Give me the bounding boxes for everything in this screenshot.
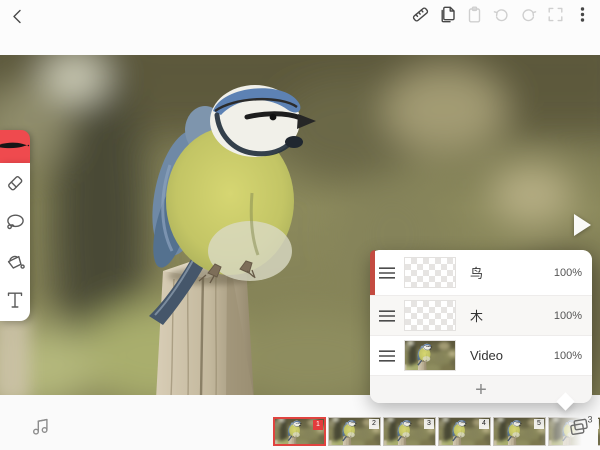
- audio-button[interactable]: [30, 415, 52, 437]
- frame-thumbnail-1[interactable]: 1: [273, 417, 326, 446]
- layer-opacity[interactable]: 100%: [554, 350, 582, 362]
- brush-icon: [0, 137, 30, 157]
- undo-button[interactable]: [492, 5, 511, 24]
- tool-lasso[interactable]: [4, 211, 26, 233]
- layer-thumb-transparent[interactable]: [404, 257, 456, 288]
- drag-handle-icon[interactable]: [376, 265, 398, 281]
- back-button[interactable]: [6, 4, 30, 28]
- plus-icon: +: [475, 380, 487, 400]
- frame-timeline: 1 2 3 4 5: [273, 417, 600, 446]
- tool-text[interactable]: [4, 289, 26, 311]
- chevron-left-icon: [8, 6, 28, 26]
- eraser-icon: [4, 172, 26, 194]
- top-toolbar: [0, 0, 600, 55]
- tool-rail: [0, 130, 30, 321]
- play-button[interactable]: [574, 214, 591, 236]
- redo-icon: [519, 5, 538, 24]
- top-actions: [411, 5, 592, 24]
- bottom-toolbar: 1 2 3 4 5: [0, 395, 600, 450]
- more-menu-button[interactable]: [573, 5, 592, 24]
- frame-thumbnail-2[interactable]: 2: [328, 417, 381, 446]
- copy-button[interactable]: [438, 5, 457, 24]
- layer-row-video[interactable]: Video 100%: [370, 335, 592, 375]
- kebab-menu-icon: [573, 5, 592, 24]
- layer-row-wood[interactable]: 木 100%: [370, 295, 592, 335]
- layers-panel: 鸟 100% 木 100% Video 100% +: [370, 250, 592, 403]
- animation-editor-app: 鸟 100% 木 100% Video 100% +: [0, 0, 600, 450]
- frame-thumbnail-4[interactable]: 4: [438, 417, 491, 446]
- ruler-icon: [411, 5, 430, 24]
- clipboard-icon: [465, 5, 484, 24]
- lasso-icon: [4, 211, 26, 233]
- layer-count-badge: 3: [588, 415, 593, 425]
- frame-number-badge: 2: [369, 419, 379, 429]
- undo-icon: [492, 5, 511, 24]
- layer-thumb-transparent[interactable]: [404, 300, 456, 331]
- tool-fill-bucket[interactable]: [4, 250, 26, 272]
- fullscreen-button[interactable]: [546, 5, 565, 24]
- frame-thumbnail-5[interactable]: 5: [493, 417, 546, 446]
- frame-number-badge: 1: [313, 420, 323, 430]
- layer-opacity[interactable]: 100%: [554, 310, 582, 322]
- copy-page-icon: [438, 5, 457, 24]
- frame-number-badge: 4: [479, 419, 489, 429]
- layers-toggle-button[interactable]: 3: [566, 414, 593, 440]
- tool-list: [0, 163, 30, 321]
- layer-name: 鸟: [470, 263, 554, 282]
- redo-button[interactable]: [519, 5, 538, 24]
- layer-opacity[interactable]: 100%: [554, 267, 582, 279]
- frame-thumbnail-3[interactable]: 3: [383, 417, 436, 446]
- ruler-tool-button[interactable]: [411, 5, 430, 24]
- music-note-icon: [30, 415, 52, 437]
- selected-layer-indicator: [370, 250, 375, 295]
- frame-number-badge: 3: [424, 419, 434, 429]
- layer-name: 木: [470, 306, 554, 325]
- fullscreen-icon: [546, 5, 565, 24]
- frame-number-badge: 5: [534, 419, 544, 429]
- paste-button[interactable]: [465, 5, 484, 24]
- tool-eraser[interactable]: [4, 172, 26, 194]
- layer-thumb-video[interactable]: [404, 340, 456, 371]
- layers-stack-icon: 3: [566, 414, 593, 440]
- tool-brush-selected[interactable]: [0, 130, 30, 163]
- paint-bucket-icon: [4, 250, 26, 272]
- drag-handle-icon[interactable]: [376, 348, 398, 364]
- layer-row-bird[interactable]: 鸟 100%: [370, 250, 592, 295]
- text-tool-icon: [4, 289, 26, 311]
- layer-name: Video: [470, 348, 554, 363]
- drag-handle-icon[interactable]: [376, 308, 398, 324]
